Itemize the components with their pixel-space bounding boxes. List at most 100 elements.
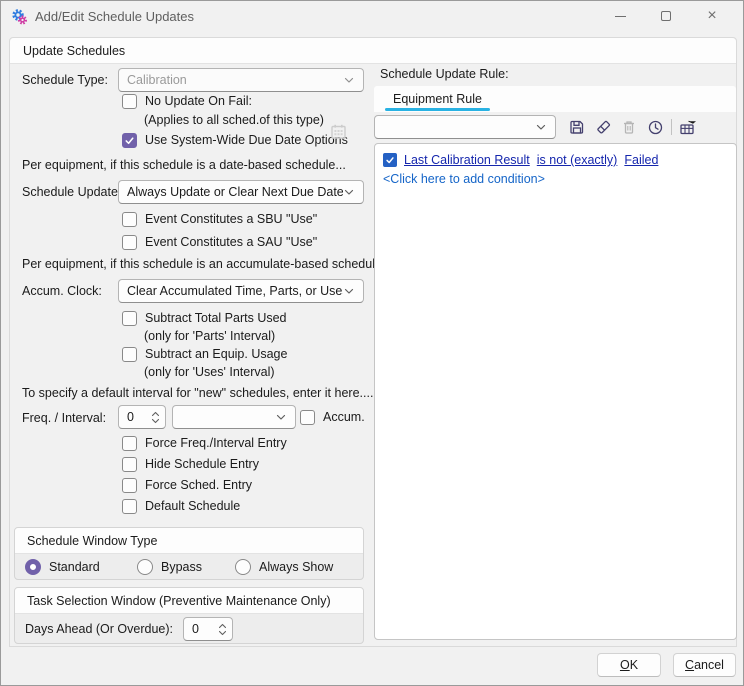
sbu-use-row: Event Constitutes a SBU "Use" [122,209,317,229]
accum-clock-label: Accum. Clock: [22,284,102,298]
radio-selected-icon [25,559,41,575]
tab-equipment-rule[interactable]: Equipment Rule [383,86,492,112]
subtract-usage-checkbox[interactable] [122,347,137,362]
radio-icon [137,559,153,575]
stepper-buttons[interactable] [151,411,160,424]
save-icon [569,119,585,135]
apply-to-grid-button[interactable] [675,115,701,139]
history-button[interactable] [642,115,668,139]
grid-arrow-icon [679,119,698,136]
sbu-use-checkbox[interactable] [122,212,137,227]
default-schedule-label: Default Schedule [145,499,240,513]
save-rule-button[interactable] [564,115,590,139]
radio-standard[interactable]: Standard [25,559,137,575]
tab-update-schedules[interactable]: Update Schedules [23,44,125,58]
radio-bypass[interactable]: Bypass [137,559,235,575]
clock-icon [647,119,664,136]
rule-select[interactable] [374,115,556,139]
force-sched-checkbox[interactable] [122,478,137,493]
chevron-up-icon [151,411,160,417]
minimize-button[interactable] [597,1,643,31]
days-ahead-label: Days Ahead (Or Overdue): [25,622,173,636]
condition-row: Last Calibration Result is not (exactly)… [383,150,728,170]
days-ahead-stepper[interactable]: 0 [183,617,233,641]
dialog-window: Add/Edit Schedule Updates × Update Sched… [0,0,744,686]
task-selection-title: Task Selection Window (Preventive Mainte… [27,594,331,608]
cancel-button[interactable]: Cancel [673,653,736,677]
subtract-usage-row: Subtract an Equip. Usage [122,344,287,364]
force-sched-row: Force Sched. Entry [122,475,252,495]
check-icon [124,135,135,146]
schedule-update-rule-label: Schedule Update Rule: [380,67,509,81]
group-header: Schedule Window Type [15,528,363,554]
maximize-button[interactable] [643,1,689,31]
calendar-icon[interactable] [330,123,347,140]
no-update-on-fail-checkbox[interactable] [122,94,137,109]
subtract-parts-row: Subtract Total Parts Used [122,308,287,328]
app-gears-icon [11,8,29,26]
accum-clock-select[interactable]: Clear Accumulated Time, Parts, or Uses [118,279,364,303]
clear-rule-button[interactable] [590,115,616,139]
system-wide-label: Use System-Wide Due Date Options [145,133,348,147]
add-condition-link[interactable]: <Click here to add condition> [383,172,545,186]
subtract-usage-label: Subtract an Equip. Usage [145,347,287,361]
window-title: Add/Edit Schedule Updates [35,9,194,24]
schedule-update-select[interactable]: Always Update or Clear Next Due Date [118,180,364,204]
subtract-parts-label: Subtract Total Parts Used [145,311,287,325]
radio-always-show[interactable]: Always Show [235,559,333,575]
freq-interval-stepper[interactable]: 0 [118,405,166,429]
rule-tab-strip: Equipment Rule [374,86,736,112]
stepper-buttons[interactable] [218,623,227,636]
maximize-icon [661,11,671,21]
default-schedule-checkbox[interactable] [122,499,137,514]
default-schedule-row: Default Schedule [122,496,240,516]
condition-field-link[interactable]: Last Calibration Result [404,153,530,167]
update-schedules-page: Update Schedules Schedule Type: Calibrat… [9,37,737,647]
system-wide-checkbox[interactable] [122,133,137,148]
trash-icon [621,119,637,135]
radio-icon [235,559,251,575]
ok-button[interactable]: OK [597,653,661,677]
delete-rule-button[interactable] [616,115,642,139]
toolbar-separator [671,119,672,135]
subtract-parts-checkbox[interactable] [122,311,137,326]
no-update-note: (Applies to all sched.of this type) [144,113,324,127]
accum-check-label: Accum. [323,410,365,424]
condition-checkbox[interactable] [383,153,397,167]
schedule-type-label: Schedule Type: [22,73,108,87]
accum-checkbox[interactable] [300,410,315,425]
chevron-down-icon [343,74,355,86]
hide-schedule-checkbox[interactable] [122,457,137,472]
force-freq-label: Force Freq./Interval Entry [145,436,287,450]
title-bar: Add/Edit Schedule Updates × [1,1,743,31]
group-header: Task Selection Window (Preventive Mainte… [15,588,363,614]
sau-use-checkbox[interactable] [122,235,137,250]
sau-use-row: Event Constitutes a SAU "Use" [122,232,317,252]
condition-operator-link[interactable]: is not (exactly) [537,153,618,167]
chevron-up-icon [218,623,227,629]
hide-schedule-label: Hide Schedule Entry [145,457,259,471]
check-icon [385,155,395,165]
force-freq-row: Force Freq./Interval Entry [122,433,287,453]
schedule-update-label: Schedule Update: [22,185,121,199]
chevron-down-icon [218,630,227,636]
minimize-icon [615,16,626,17]
date-based-note: Per equipment, if this schedule is a dat… [22,158,346,172]
close-button[interactable]: × [689,1,735,31]
rule-toolbar [374,114,736,140]
freq-unit-select[interactable] [172,405,296,429]
freq-interval-label: Freq. / Interval: [22,411,106,425]
chevron-down-icon [151,418,160,424]
button-bar: OK Cancel [1,647,743,686]
schedule-window-type-group: Schedule Window Type Standard Bypass Alw… [14,527,364,580]
task-selection-group: Task Selection Window (Preventive Mainte… [14,587,364,644]
schedule-type-select[interactable]: Calibration [118,68,364,92]
sau-use-label: Event Constitutes a SAU "Use" [145,235,317,249]
hide-schedule-row: Hide Schedule Entry [122,454,259,474]
force-freq-checkbox[interactable] [122,436,137,451]
rule-conditions-list[interactable]: Last Calibration Result is not (exactly)… [374,143,737,640]
eraser-icon [595,119,612,135]
condition-value-link[interactable]: Failed [624,153,658,167]
no-update-on-fail-label: No Update On Fail: [145,94,252,108]
chevron-down-icon [535,121,547,133]
